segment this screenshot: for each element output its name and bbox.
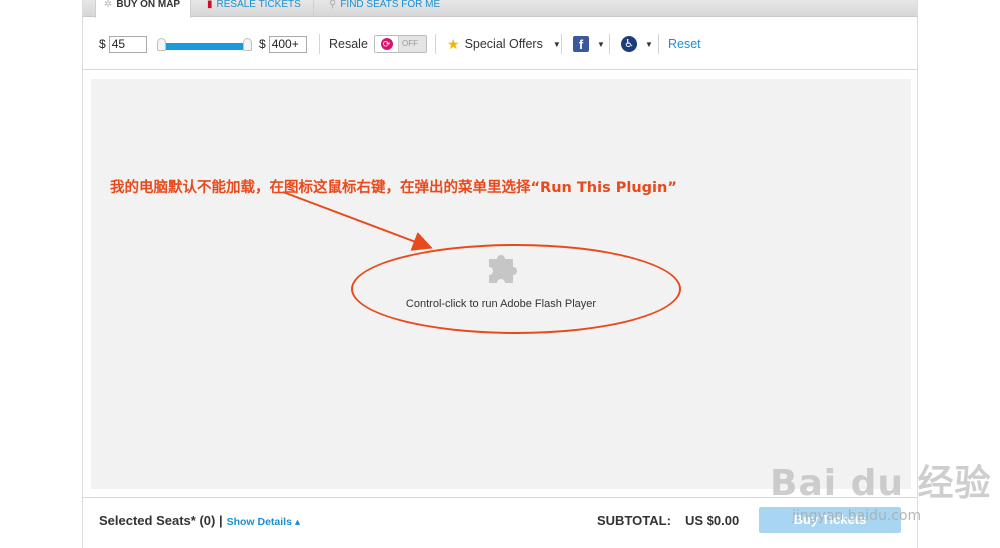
wheelchair-icon: ♿ xyxy=(621,36,637,52)
reset-link[interactable]: Reset xyxy=(668,18,701,70)
slider-handle-min[interactable] xyxy=(157,38,166,51)
plugin-message[interactable]: Control-click to run Adobe Flash Player xyxy=(91,298,911,310)
selected-seats: Selected Seats* (0) | Show Details ▴ xyxy=(99,513,300,528)
tab-bar: ✲ BUY ON MAP ▮ RESALE TICKETS ⚲ FIND SEA… xyxy=(83,0,917,18)
special-offers-dropdown[interactable]: ★ Special Offers ▼ xyxy=(447,18,561,70)
watermark-main: Bai du 经验 xyxy=(770,463,992,504)
tab-label: BUY ON MAP xyxy=(116,0,181,10)
nba-logo-icon: ▮ xyxy=(207,0,213,10)
tab-label: FIND SEATS FOR ME xyxy=(340,0,441,10)
seat-map-plugin-area[interactable]: 我的电脑默认不能加载，在图标这鼠标右键，在弹出的菜单里选择“Run This P… xyxy=(91,79,911,489)
price-max-input[interactable] xyxy=(268,35,307,53)
baidu-watermark: Bai du 经验 jingyan.baidu.com xyxy=(770,436,1000,526)
divider xyxy=(319,34,320,54)
currency-symbol: $ xyxy=(259,37,266,51)
accessibility-dropdown[interactable]: ♿ ▼ xyxy=(621,18,653,70)
tab-label: RESALE TICKETS xyxy=(216,0,301,10)
resale-label: Resale xyxy=(329,37,368,51)
facebook-icon: f xyxy=(573,36,589,52)
currency-symbol: $ xyxy=(99,37,106,51)
tab-buy-on-map[interactable]: ✲ BUY ON MAP xyxy=(95,0,191,18)
divider xyxy=(435,34,436,54)
special-offers-label: Special Offers xyxy=(464,37,543,51)
chevron-down-icon: ▼ xyxy=(552,39,561,49)
slider-handle-max[interactable] xyxy=(243,38,252,51)
divider xyxy=(609,34,610,54)
divider xyxy=(561,34,562,54)
filter-bar: $ $ Resale ⟳ OFF ★ Special Offers ▼ f ▼ xyxy=(83,18,917,70)
divider xyxy=(658,34,659,54)
tab-find-seats-for-me[interactable]: ⚲ FIND SEATS FOR ME xyxy=(323,0,440,17)
star-icon: ★ xyxy=(447,35,460,52)
chevron-down-icon: ▼ xyxy=(645,39,653,49)
toggle-state-label: OFF xyxy=(402,39,418,48)
search-icon: ⚲ xyxy=(329,0,337,10)
price-max-group: $ xyxy=(259,18,307,70)
tab-resale-tickets[interactable]: ▮ RESALE TICKETS xyxy=(201,0,314,17)
selected-seats-label: Selected Seats* (0) | xyxy=(99,513,223,528)
chevron-down-icon: ▼ xyxy=(597,39,605,49)
resale-icon: ⟳ xyxy=(380,38,393,50)
facebook-share-dropdown[interactable]: f ▼ xyxy=(573,18,605,70)
annotation-text: 我的电脑默认不能加载，在图标这鼠标右键，在弹出的菜单里选择“Run This P… xyxy=(110,180,677,196)
price-range-slider[interactable] xyxy=(157,38,253,51)
subtotal-value: US $0.00 xyxy=(685,513,740,528)
price-min-input[interactable] xyxy=(108,35,147,53)
puzzle-piece-icon[interactable] xyxy=(481,249,521,289)
price-min-group: $ xyxy=(99,18,147,70)
resale-toggle[interactable]: ⟳ OFF xyxy=(374,35,427,53)
subtotal-label: SUBTOTAL: xyxy=(597,513,671,528)
gear-icon: ✲ xyxy=(104,0,113,10)
show-details-link[interactable]: Show Details ▴ xyxy=(227,516,301,528)
slider-track xyxy=(161,43,247,50)
toggle-knob: ⟳ xyxy=(375,36,399,52)
watermark-url: jingyan.baidu.com xyxy=(792,508,922,524)
